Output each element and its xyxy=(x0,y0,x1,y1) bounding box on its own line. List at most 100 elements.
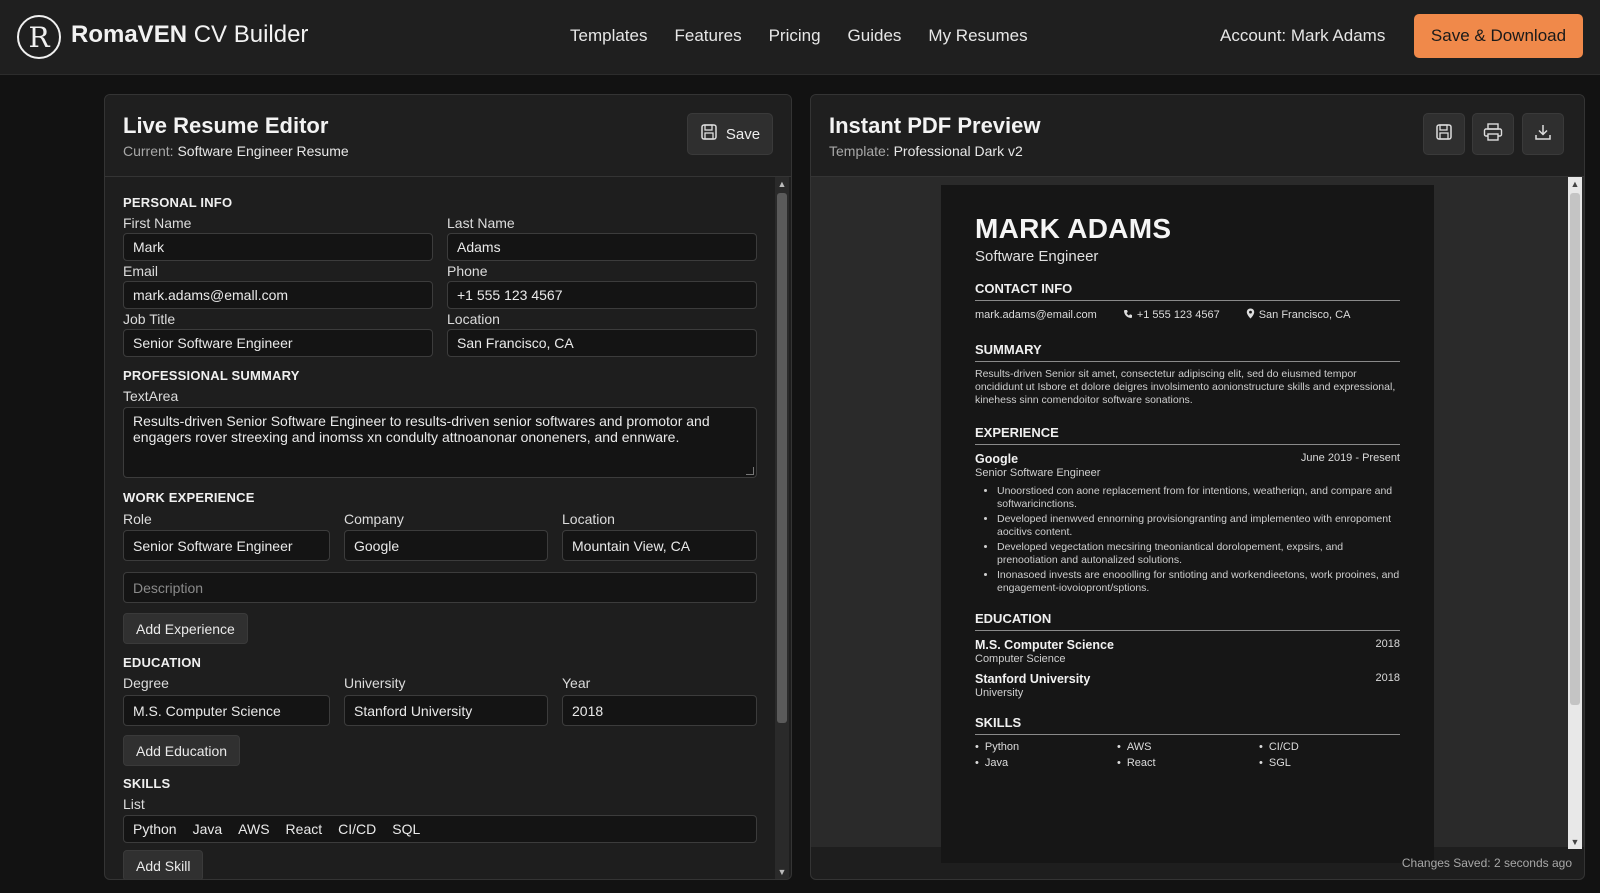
doc-skills-list: Python AWS CI/CD Java React SGL xyxy=(975,741,1400,769)
preview-viewport: MARK ADAMS Software Engineer CONTACT INF… xyxy=(811,177,1584,863)
nav-templates[interactable]: Templates xyxy=(570,26,647,46)
preview-header: Instant PDF Preview Template: Profession… xyxy=(811,95,1584,177)
location-field[interactable]: San Francisco, CA xyxy=(447,329,757,357)
location-label: Location xyxy=(447,311,500,327)
exp-location-field[interactable]: Mountain View, CA xyxy=(562,530,757,561)
doc-bullet: Inonasoed invests are enooolling for snt… xyxy=(997,569,1400,595)
doc-skill: AWS xyxy=(1117,741,1259,753)
skill-item[interactable]: CI/CD xyxy=(338,821,376,837)
template-info: Template: Professional Dark v2 xyxy=(829,143,1023,159)
main-nav: Templates Features Pricing Guides My Res… xyxy=(570,26,1028,46)
editor-header: Live Resume Editor Current: Software Eng… xyxy=(105,95,791,177)
doc-contact-row: mark.adams@email.com +1 555 123 4567 San… xyxy=(975,308,1400,322)
current-value: Software Engineer Resume xyxy=(177,143,349,159)
doc-university-sub: University xyxy=(975,687,1024,699)
role-field[interactable]: Senior Software Engineer xyxy=(123,530,330,561)
account-menu[interactable]: Account: Mark Adams xyxy=(1220,26,1385,46)
brand-name-rest: CV Builder xyxy=(187,21,309,48)
exp-location-label: Location xyxy=(562,511,615,527)
company-label: Company xyxy=(344,511,404,527)
doc-university-year: 2018 xyxy=(1375,672,1400,684)
doc-summary-heading: SUMMARY xyxy=(975,342,1400,362)
brand-name-bold: RomaVEN xyxy=(71,21,188,48)
phone-field[interactable]: +1 555 123 4567 xyxy=(447,281,757,309)
year-field[interactable]: 2018 xyxy=(562,695,757,726)
skill-item[interactable]: React xyxy=(286,821,323,837)
year-label: Year xyxy=(562,675,591,691)
editor-scrollbar[interactable]: ▲ ▼ xyxy=(775,177,789,879)
scroll-up-icon[interactable]: ▲ xyxy=(775,177,789,191)
doc-education-heading: EDUCATION xyxy=(975,611,1400,631)
description-field[interactable]: Description xyxy=(123,572,757,603)
skill-item[interactable]: Python xyxy=(133,821,177,837)
skills-list-field[interactable]: Python Java AWS React CI/CD SQL xyxy=(123,815,757,843)
doc-location-text: San Francisco, CA xyxy=(1258,309,1351,321)
nav-features[interactable]: Features xyxy=(674,26,741,46)
skills-chips: Python Java AWS React CI/CD SQL xyxy=(133,821,420,837)
preview-save-button[interactable] xyxy=(1423,113,1465,155)
doc-skill: React xyxy=(1117,757,1259,769)
email-field[interactable]: mark.adams@emall.com xyxy=(123,281,433,309)
editor-save-button[interactable]: Save xyxy=(687,113,773,155)
doc-skills-heading: SKILLS xyxy=(975,715,1400,735)
doc-email: mark.adams@email.com xyxy=(975,309,1097,321)
nav-pricing[interactable]: Pricing xyxy=(769,26,821,46)
resize-grip-icon[interactable] xyxy=(746,467,754,475)
degree-field[interactable]: M.S. Computer Science xyxy=(123,695,330,726)
location-pin-icon xyxy=(1246,308,1255,322)
add-skill-button[interactable]: Add Skill xyxy=(123,850,204,879)
phone-icon xyxy=(1123,309,1133,322)
job-title-field[interactable]: Senior Software Engineer xyxy=(123,329,433,357)
work-experience-heading: WORK EXPERIENCE xyxy=(123,490,255,505)
scroll-up-icon[interactable]: ▲ xyxy=(1568,177,1582,191)
job-title-label: Job Title xyxy=(123,311,176,327)
editor-scroll-thumb[interactable] xyxy=(777,193,787,723)
doc-name: MARK ADAMS xyxy=(975,213,1172,244)
editor-save-label: Save xyxy=(725,125,761,143)
doc-degree-field: Computer Science xyxy=(975,653,1066,665)
doc-university: Stanford University xyxy=(975,672,1091,686)
last-name-field[interactable]: Adams xyxy=(447,233,757,261)
current-resume: Current: Software Engineer Resume xyxy=(123,143,349,159)
floppy-icon xyxy=(700,123,718,145)
summary-textarea[interactable]: Results-driven Senior Software Engineer … xyxy=(123,407,757,478)
save-download-button[interactable]: Save & Download xyxy=(1414,14,1583,58)
doc-degree: M.S. Computer Science xyxy=(975,638,1114,652)
preview-title: Instant PDF Preview xyxy=(829,113,1041,138)
logo-icon[interactable]: R xyxy=(17,15,61,59)
add-education-button[interactable]: Add Education xyxy=(123,735,241,766)
doc-experience-heading: EXPERIENCE xyxy=(975,425,1400,445)
skill-item[interactable]: Java xyxy=(193,821,223,837)
doc-skill: SGL xyxy=(1259,757,1401,769)
preview-scroll-thumb[interactable] xyxy=(1570,193,1580,705)
skill-item[interactable]: SQL xyxy=(392,821,420,837)
brand-name[interactable]: RomaVEN CV Builder xyxy=(71,21,308,49)
preview-scrollbar[interactable]: ▲ ▼ xyxy=(1568,177,1582,849)
university-label: University xyxy=(344,675,406,691)
preview-panel: Instant PDF Preview Template: Profession… xyxy=(810,94,1585,880)
scroll-down-icon[interactable]: ▼ xyxy=(775,865,789,879)
print-button[interactable] xyxy=(1472,113,1514,155)
degree-label: Degree xyxy=(123,675,169,691)
printer-icon xyxy=(1483,122,1503,146)
template-label: Template: xyxy=(829,143,890,159)
company-field[interactable]: Google xyxy=(344,530,548,561)
doc-summary: Results-driven Senior sit amet, consecte… xyxy=(975,368,1396,406)
resume-document: MARK ADAMS Software Engineer CONTACT INF… xyxy=(941,185,1434,863)
skill-item[interactable]: AWS xyxy=(238,821,269,837)
current-label: Current: xyxy=(123,143,174,159)
add-experience-button[interactable]: Add Experience xyxy=(123,613,248,644)
first-name-field[interactable]: Mark xyxy=(123,233,433,261)
editor-panel: Live Resume Editor Current: Software Eng… xyxy=(104,94,792,880)
nav-guides[interactable]: Guides xyxy=(848,26,902,46)
email-label: Email xyxy=(123,263,159,279)
download-button[interactable] xyxy=(1522,113,1564,155)
university-field[interactable]: Stanford University xyxy=(344,695,548,726)
scroll-down-icon[interactable]: ▼ xyxy=(1568,835,1582,849)
education-heading: EDUCATION xyxy=(123,655,202,670)
doc-phone: +1 555 123 4567 xyxy=(1123,309,1220,322)
doc-job-bullets: Unoorstioed con aone replacement from fo… xyxy=(975,485,1400,595)
doc-bullet: Unoorstioed con aone replacement from fo… xyxy=(997,485,1400,511)
nav-my-resumes[interactable]: My Resumes xyxy=(928,26,1027,46)
doc-bullet: Developed vegectation mecsiring tneonian… xyxy=(997,541,1400,567)
